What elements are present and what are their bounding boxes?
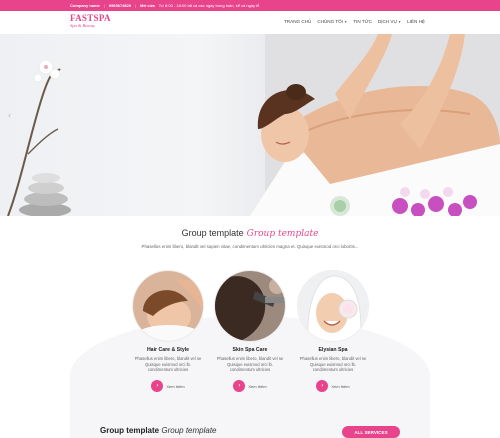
site-logo[interactable]: FASTSPA Spa & Beauty xyxy=(70,14,111,29)
nav-item-home[interactable]: TRANG CHỦ xyxy=(284,19,311,24)
phone-number[interactable]: 0969674820 xyxy=(109,3,131,8)
chevron-left-icon[interactable]: ‹ xyxy=(8,110,11,120)
read-more-link[interactable]: › Xem thêm xyxy=(128,380,208,393)
service-card-skin-care: Skin Spa Care Phasellus enim libero, bla… xyxy=(210,270,290,393)
caret-down-icon: ▼ xyxy=(398,20,402,24)
service-desc: Phasellus enim libero, blandit vel se Qu… xyxy=(216,356,284,373)
section-title-script: Group template xyxy=(246,229,319,239)
nav-item-services[interactable]: DỊCH VỤ ▼ xyxy=(378,19,401,24)
service-name: Elysian Spa xyxy=(318,347,348,353)
all-services-button[interactable]: ALL SERVICES xyxy=(342,426,400,438)
chevron-right-icon[interactable]: › xyxy=(488,110,491,120)
section-description: Phasellus enim libero, blandit vel sapie… xyxy=(141,244,359,249)
top-info-bar: Company name | 0969674820 | Mở cửa Từ 8:… xyxy=(0,0,500,11)
service-name: Skin Spa Care xyxy=(232,347,268,353)
read-more-link[interactable]: › Xem thêm xyxy=(210,380,290,393)
service-desc: Phasellus enim libero, blandit vel se Qu… xyxy=(134,356,202,373)
caret-down-icon: ▼ xyxy=(344,20,348,24)
main-navbar: FASTSPA Spa & Beauty TRANG CHỦ CHÚNG TÔI… xyxy=(0,11,500,34)
arrow-right-icon: › xyxy=(233,380,246,393)
hero-slider: ‹ › xyxy=(0,34,500,216)
nav-item-contact[interactable]: LIÊN HỆ xyxy=(407,19,425,24)
service-card-elysian-spa: Elysian Spa Phasellus enim libero, bland… xyxy=(293,270,373,393)
company-label: Company name xyxy=(70,3,100,8)
logo-tagline: Spa & Beauty xyxy=(70,23,95,28)
service-photo[interactable] xyxy=(132,270,204,342)
service-name: Hair Care & Style xyxy=(146,347,190,353)
bottom-section-title: Group template Group template xyxy=(100,426,217,435)
nav-menu: TRANG CHỦ CHÚNG TÔI ▼ TIN TỨC DỊCH VỤ ▼ … xyxy=(284,19,425,24)
hours-text: Từ 8:00 - 18:00 tất cả các ngày trong tu… xyxy=(158,3,260,8)
read-more-link[interactable]: › Xem thêm xyxy=(293,380,373,393)
service-photo[interactable] xyxy=(214,270,286,342)
section-title: Group template Group template xyxy=(181,228,319,239)
service-photo[interactable] xyxy=(297,270,369,342)
hours-label: Mở cửa xyxy=(140,3,155,8)
arrow-right-icon: › xyxy=(316,380,329,393)
nav-item-news[interactable]: TIN TỨC xyxy=(353,19,372,24)
arrow-right-icon: › xyxy=(151,380,164,393)
service-card-hair-care: Hair Care & Style Phasellus enim libero,… xyxy=(128,270,208,393)
service-desc: Phasellus enim libero, blandit vel se Qu… xyxy=(299,356,367,373)
nav-item-about[interactable]: CHÚNG TÔI ▼ xyxy=(317,19,347,24)
logo-name: FASTSPA xyxy=(70,13,111,23)
hero-massage-image xyxy=(7,34,500,216)
